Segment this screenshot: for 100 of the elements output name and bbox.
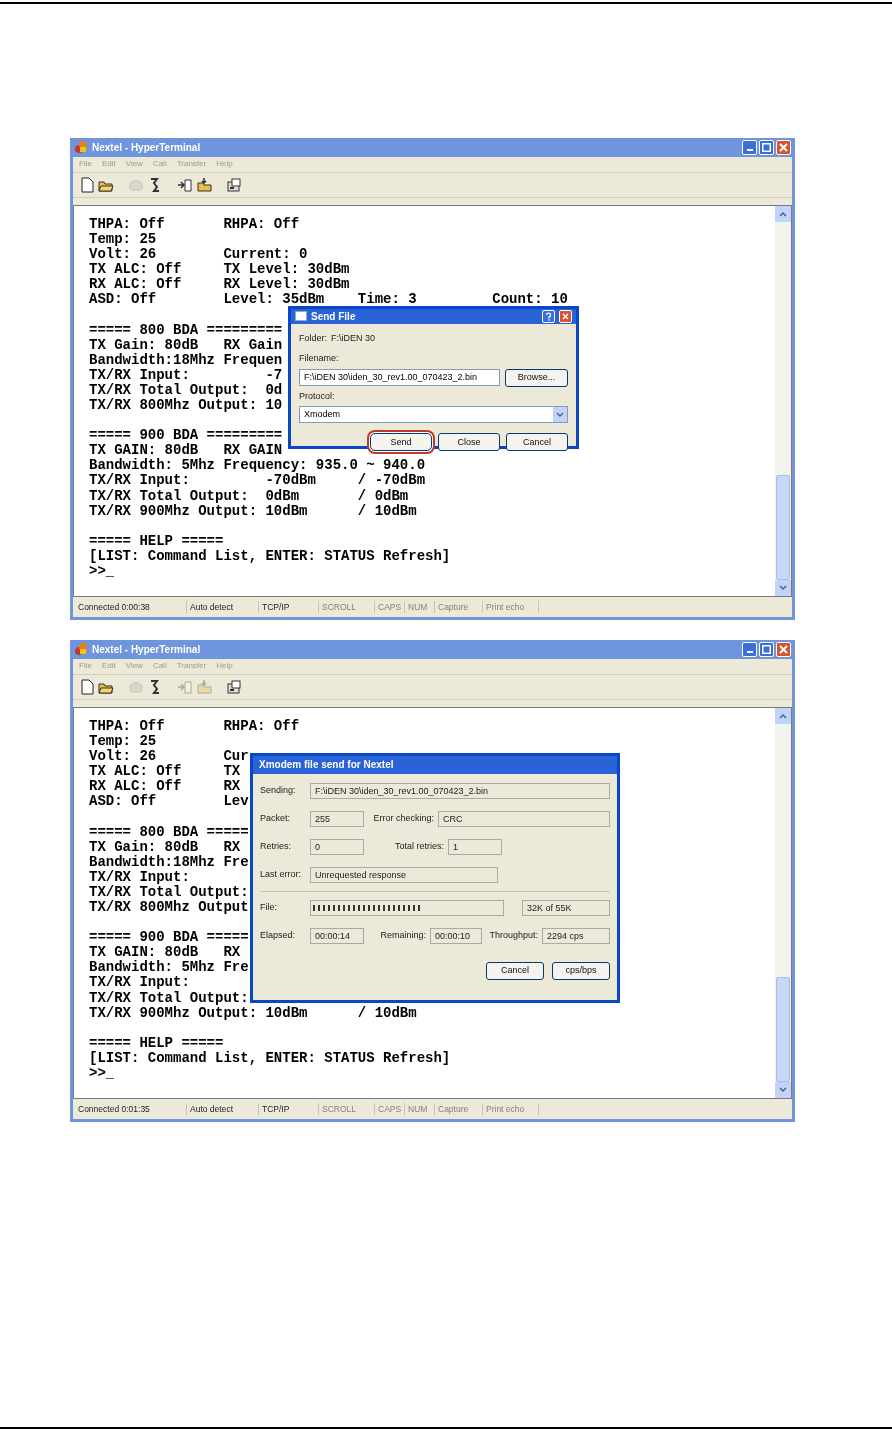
folder-arrow-icon[interactable] — [196, 176, 212, 193]
status-text: NUM — [405, 600, 435, 614]
menu-item[interactable]: Edit — [101, 158, 116, 171]
terminal-line: [LIST: Command List, ENTER: STATUS Refresh] — [89, 548, 451, 565]
document-icon[interactable] — [79, 678, 95, 695]
terminal-line: ===== HELP ===== — [89, 1035, 224, 1051]
scrollbar[interactable] — [775, 205, 791, 597]
protocol-dropdown[interactable]: Xmodem — [299, 406, 568, 424]
menu-item[interactable]: Edit — [101, 660, 116, 673]
scroll-thumb[interactable] — [776, 475, 790, 581]
close-button[interactable] — [776, 139, 791, 155]
document-icon[interactable] — [79, 176, 95, 193]
terminal-line: [LIST: Command List, ENTER: STATUS Refresh] — [89, 1050, 451, 1067]
terminal-line: Temp: 25 — [89, 231, 157, 247]
window-icon — [295, 311, 307, 322]
minimize-button[interactable] — [742, 139, 757, 155]
terminal-line: TX GAIN: 80dB RX — [89, 945, 241, 961]
terminal-line: ===== 800 BDA ========= — [89, 322, 283, 338]
maximize-icon — [762, 644, 771, 654]
status-text: SCROLL — [319, 600, 375, 614]
terminal-line: TX GAIN: 80dB RX GAIN — [89, 443, 283, 459]
terminal-line: Bandwidth: 5Mhz Fre — [89, 960, 249, 976]
close-icon — [779, 644, 788, 654]
field-label: Elapsed: — [260, 929, 297, 943]
menu-item[interactable]: View — [125, 660, 143, 673]
dialog-button[interactable]: Close — [438, 433, 500, 452]
properties-icon[interactable] — [226, 678, 242, 695]
help-button[interactable] — [542, 309, 555, 323]
menu-item[interactable]: View — [125, 158, 143, 171]
dialog-button[interactable]: Browse... — [505, 368, 568, 387]
field-label: Total retries: — [393, 840, 444, 854]
scroll-thumb[interactable] — [776, 977, 790, 1083]
terminal-line: RX ALC: Off RX Level: 30dBm — [89, 277, 350, 293]
minimize-icon — [746, 650, 753, 653]
status-text: Capture — [435, 600, 483, 614]
status-text: TCP/IP — [259, 600, 319, 614]
maximize-button[interactable] — [759, 139, 774, 155]
terminal-line: TX/RX Input: -7 — [89, 367, 283, 383]
terminal-line: TX/RX 800Mhz Output: 10 — [89, 398, 283, 414]
minimize-icon — [746, 148, 753, 151]
field-label: Throughput: — [488, 929, 538, 943]
menu-item[interactable]: Transfer — [176, 158, 207, 171]
terminal-line: >>_ — [89, 564, 115, 580]
close-button[interactable] — [559, 309, 572, 323]
close-icon — [779, 142, 788, 152]
status-text: NUM — [405, 1102, 435, 1116]
menu-item[interactable]: Help — [216, 660, 233, 673]
dialog-button[interactable]: Cancel — [486, 961, 544, 980]
close-icon — [560, 310, 571, 322]
field-label: Retries: — [260, 840, 292, 854]
scroll-down-icon[interactable] — [775, 1082, 791, 1099]
terminal-line: TX/RX Total Output: — [89, 990, 249, 1006]
terminal-line: Temp: 25 — [89, 733, 157, 749]
maximize-button[interactable] — [759, 641, 774, 657]
terminal-line: Volt: 26 Current: 0 — [89, 247, 308, 263]
scrollbar[interactable] — [775, 707, 791, 1099]
dialog-button[interactable]: cps/bps — [552, 961, 610, 980]
field-value: 2294 cps — [542, 927, 610, 944]
menu-item[interactable]: File — [79, 158, 92, 171]
menu-item[interactable]: Help — [216, 158, 233, 171]
field-label: Error checking: — [372, 812, 434, 826]
window-title: Nextel - HyperTerminal — [92, 140, 202, 155]
properties-icon[interactable] — [226, 176, 242, 193]
scroll-down-icon[interactable] — [775, 580, 791, 597]
terminal-line: ASD: Off Level: 35dBm Time: 3 Count: 10 — [89, 292, 568, 308]
terminal-line: ===== 900 BDA ===== — [89, 930, 249, 946]
field-label: Filename: — [299, 352, 340, 366]
dialog-button[interactable]: Cancel — [506, 433, 568, 452]
terminal-line: THPA: Off RHPA: Off — [89, 718, 300, 734]
close-button[interactable] — [776, 641, 791, 657]
field-value: 0 — [310, 838, 364, 855]
status-text: Print echo — [483, 600, 539, 614]
terminal-line: TX/RX Total Output: 0d — [89, 382, 283, 398]
scroll-up-icon[interactable] — [775, 707, 791, 724]
minimize-button[interactable] — [742, 641, 757, 657]
field-value: 255 — [310, 810, 364, 827]
terminal-line: ASD: Off Lev — [89, 794, 249, 810]
terminal-line: TX/RX Input: — [89, 869, 190, 885]
terminal-line: ===== 800 BDA ===== — [89, 824, 249, 840]
menu-item[interactable]: Call — [152, 158, 167, 171]
document-arrow-icon[interactable] — [177, 176, 193, 193]
app-icon — [74, 642, 88, 657]
field-value: 1 — [448, 838, 502, 855]
terminal-line: ===== HELP ===== — [89, 533, 224, 549]
menu-item[interactable]: Transfer — [176, 660, 207, 673]
dialog-title: Send File — [311, 309, 357, 324]
dialog-title: Xmodem file send for Nextel — [259, 758, 394, 773]
terminal-line: ===== 900 BDA ========= — [89, 428, 283, 444]
field-label: Packet: — [260, 812, 291, 826]
terminal-line: TX Gain: 80dB RX Gain — [89, 337, 283, 353]
filename-field[interactable]: F:\iDEN 30\iden_30_rev1.00_070423_2.bin — [299, 369, 501, 387]
field-value: 32K of 55K — [522, 899, 610, 916]
status-text: Capture — [435, 1102, 483, 1116]
status-text: CAPS — [375, 600, 405, 614]
scroll-up-icon[interactable] — [775, 205, 791, 222]
menu-item[interactable]: File — [79, 660, 92, 673]
dialog-button[interactable]: Send — [370, 433, 432, 452]
folder-path: F:\iDEN 30 — [331, 331, 376, 345]
menu-item[interactable]: Call — [152, 660, 167, 673]
status-text: Print echo — [483, 1102, 539, 1116]
